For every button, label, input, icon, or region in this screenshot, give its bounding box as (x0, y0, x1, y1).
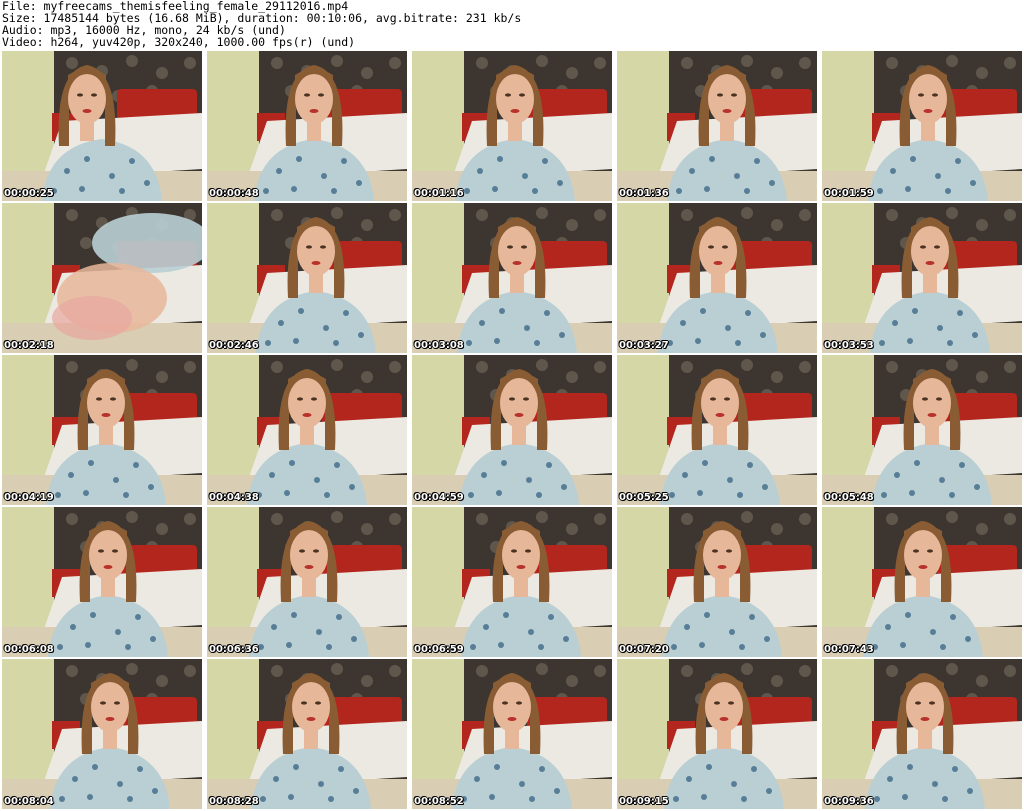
frame-timestamp: 00:01:59 (824, 188, 874, 199)
frame-scene (207, 659, 407, 809)
video-frame-thumbnail: 00:09:36 (822, 659, 1022, 809)
video-frame-thumbnail: 00:06:08 (2, 507, 202, 657)
video-frame-thumbnail: 00:04:38 (207, 355, 407, 505)
frame-timestamp: 00:09:36 (824, 796, 874, 807)
video-frame-thumbnail: 00:04:59 (412, 355, 612, 505)
video-frame-thumbnail: 00:09:15 (617, 659, 817, 809)
frame-timestamp: 00:08:28 (209, 796, 259, 807)
video-frame-thumbnail: 00:06:59 (412, 507, 612, 657)
frame-scene (2, 203, 202, 353)
frame-scene (822, 507, 1022, 657)
frame-timestamp: 00:07:43 (824, 644, 874, 655)
video-frame-thumbnail: 00:01:36 (617, 51, 817, 201)
frame-timestamp: 00:06:08 (4, 644, 54, 655)
frame-timestamp: 00:07:20 (619, 644, 669, 655)
frame-scene (822, 659, 1022, 809)
frame-timestamp: 00:03:08 (414, 340, 464, 351)
frame-timestamp: 00:04:19 (4, 492, 54, 503)
frame-scene (617, 51, 817, 201)
video-frame-thumbnail: 00:03:53 (822, 203, 1022, 353)
video-frame-thumbnail: 00:00:25 (2, 51, 202, 201)
video-frame-thumbnail: 00:00:48 (207, 51, 407, 201)
frame-timestamp: 00:04:38 (209, 492, 259, 503)
video-frame-thumbnail: 00:08:04 (2, 659, 202, 809)
frame-timestamp: 00:01:36 (619, 188, 669, 199)
frame-scene (2, 51, 202, 201)
video-frame-thumbnail: 00:01:16 (412, 51, 612, 201)
frame-timestamp: 00:08:04 (4, 796, 54, 807)
frame-timestamp: 00:02:18 (4, 340, 54, 351)
video-frame-thumbnail: 00:02:18 (2, 203, 202, 353)
frame-timestamp: 00:05:48 (824, 492, 874, 503)
frame-timestamp: 00:03:27 (619, 340, 669, 351)
video-info-line: Video: h264, yuv420p, 320x240, 1000.00 f… (2, 35, 356, 49)
frame-timestamp: 00:03:53 (824, 340, 874, 351)
video-frame-thumbnail: 00:07:43 (822, 507, 1022, 657)
frame-scene (412, 659, 612, 809)
frame-timestamp: 00:00:48 (209, 188, 259, 199)
video-frame-thumbnail: 00:05:48 (822, 355, 1022, 505)
frame-scene (822, 203, 1022, 353)
frame-timestamp: 00:05:25 (619, 492, 669, 503)
video-frame-thumbnail: 00:06:36 (207, 507, 407, 657)
frame-scene (207, 355, 407, 505)
media-info-header: File: myfreecams_themisfeeling_female_29… (2, 0, 1022, 48)
video-frame-thumbnail: 00:03:08 (412, 203, 612, 353)
video-frame-thumbnail: 00:02:46 (207, 203, 407, 353)
thumbnail-grid: 00:00:25 00:00:48 00:01:16 00:01:36 00:0… (2, 51, 1022, 811)
frame-scene (617, 355, 817, 505)
frame-timestamp: 00:02:46 (209, 340, 259, 351)
frame-timestamp: 00:00:25 (4, 188, 54, 199)
frame-scene (207, 51, 407, 201)
frame-scene (412, 203, 612, 353)
frame-scene (822, 355, 1022, 505)
frame-scene (822, 51, 1022, 201)
frame-scene (412, 51, 612, 201)
frame-scene (617, 659, 817, 809)
video-frame-thumbnail: 00:04:19 (2, 355, 202, 505)
frame-scene (2, 659, 202, 809)
video-frame-thumbnail: 00:07:20 (617, 507, 817, 657)
video-frame-thumbnail: 00:01:59 (822, 51, 1022, 201)
frame-timestamp: 00:06:36 (209, 644, 259, 655)
frame-timestamp: 00:01:16 (414, 188, 464, 199)
frame-scene (2, 355, 202, 505)
frame-scene (617, 203, 817, 353)
frame-timestamp: 00:09:15 (619, 796, 669, 807)
frame-timestamp: 00:06:59 (414, 644, 464, 655)
frame-scene (617, 507, 817, 657)
frame-scene (412, 507, 612, 657)
frame-scene (2, 507, 202, 657)
video-frame-thumbnail: 00:03:27 (617, 203, 817, 353)
frame-timestamp: 00:04:59 (414, 492, 464, 503)
frame-timestamp: 00:08:52 (414, 796, 464, 807)
video-frame-thumbnail: 00:05:25 (617, 355, 817, 505)
frame-scene (207, 203, 407, 353)
video-frame-thumbnail: 00:08:28 (207, 659, 407, 809)
frame-scene (412, 355, 612, 505)
frame-scene (207, 507, 407, 657)
video-frame-thumbnail: 00:08:52 (412, 659, 612, 809)
